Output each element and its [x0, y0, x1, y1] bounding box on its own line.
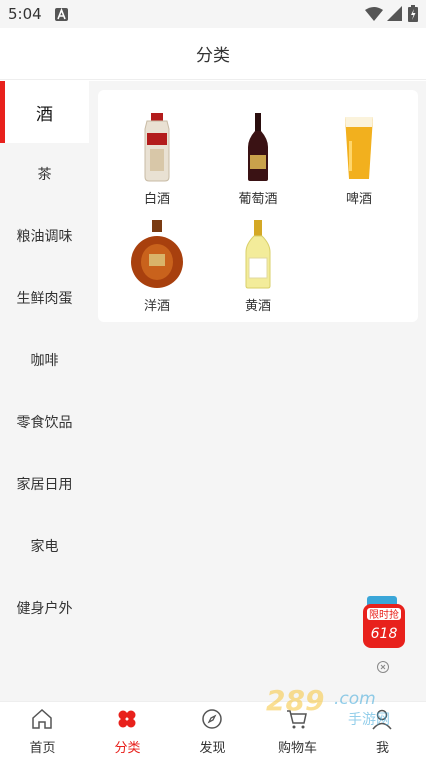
tab-label: 购物车: [277, 741, 317, 756]
subcategory-wine[interactable]: 葡萄酒: [208, 105, 308, 210]
sidebar-item-snacks-drinks[interactable]: 零食饮品: [0, 391, 89, 453]
subcategory-baijiu[interactable]: 白酒: [107, 105, 207, 210]
status-bar: 5:04: [0, 0, 426, 28]
page-header: 分类: [0, 28, 426, 80]
tab-label: 分类: [114, 741, 141, 756]
sidebar-item-coffee[interactable]: 咖啡: [0, 329, 89, 391]
tab-home[interactable]: 首页: [0, 702, 85, 759]
sidebar-item-label: 酒: [36, 104, 53, 125]
home-icon: [32, 708, 52, 729]
compass-icon: [202, 709, 222, 729]
sidebar-item-label: 生鲜肉蛋: [16, 291, 73, 307]
sidebar-item-label: 家居日用: [16, 477, 73, 493]
sidebar-item-fitness-outdoor[interactable]: 健身户外: [0, 577, 89, 639]
tab-cart[interactable]: 购物车: [255, 702, 340, 759]
tab-category[interactable]: 分类: [85, 702, 170, 759]
baijiu-bottle-icon: [144, 113, 170, 182]
promo-618-badge[interactable]: 限时抢 618: [361, 594, 407, 652]
cognac-bottle-icon: [131, 220, 183, 288]
tab-label: 我: [375, 741, 389, 756]
subcategory-beer[interactable]: 啤酒: [309, 105, 409, 210]
user-icon: [372, 709, 392, 730]
subcategory-foreign-liquor[interactable]: 洋酒: [107, 212, 207, 317]
promo-badge-line1: 限时抢: [369, 608, 399, 621]
subcategory-card: 白酒 葡萄酒 啤酒 洋酒 黄酒: [98, 90, 418, 322]
category-icon: [118, 710, 136, 728]
sidebar-item-label: 健身户外: [16, 601, 73, 617]
battery-icon: [408, 5, 418, 26]
subcategory-label: 洋酒: [143, 299, 170, 314]
category-sidebar: 酒 茶 粮油调味 生鲜肉蛋 咖啡 零食饮品 家居日用 家电 健身户外: [0, 81, 89, 701]
page-title: 分类: [196, 46, 230, 66]
sidebar-item-appliances[interactable]: 家电: [0, 515, 89, 577]
subcategory-label: 葡萄酒: [238, 192, 278, 207]
tab-label: 首页: [29, 741, 56, 756]
status-time: 5:04: [8, 5, 42, 23]
sidebar-item-household[interactable]: 家居日用: [0, 453, 89, 515]
sidebar-item-fresh-meat-eggs[interactable]: 生鲜肉蛋: [0, 267, 89, 329]
yellow-wine-bottle-icon: [245, 220, 271, 289]
signal-icon: [387, 6, 402, 25]
promo-badge-line2: 618: [371, 626, 398, 642]
tab-me[interactable]: 我: [340, 702, 425, 759]
bottom-tab-bar: 首页 分类 发现 购物车 我: [0, 701, 426, 759]
subcategory-label: 黄酒: [244, 299, 271, 314]
subcategory-label: 白酒: [143, 192, 170, 207]
tab-label: 发现: [199, 741, 226, 756]
notification-a-icon: [55, 6, 68, 25]
sidebar-item-label: 零食饮品: [16, 415, 73, 431]
sidebar-item-label: 家电: [30, 539, 59, 555]
sidebar-item-tea[interactable]: 茶: [0, 143, 89, 205]
beer-glass-icon: [345, 117, 373, 179]
sidebar-item-label: 茶: [37, 167, 52, 183]
wifi-icon: [365, 6, 383, 25]
subcategory-yellow-wine[interactable]: 黄酒: [208, 212, 308, 317]
sidebar-item-grain-oil-seasoning[interactable]: 粮油调味: [0, 205, 89, 267]
cart-icon: [287, 710, 307, 729]
subcategory-label: 啤酒: [345, 192, 372, 207]
sidebar-item-label: 粮油调味: [16, 229, 73, 245]
close-promo-icon[interactable]: [376, 659, 390, 673]
tab-discover[interactable]: 发现: [170, 702, 255, 759]
sidebar-item-liquor[interactable]: 酒: [0, 81, 89, 143]
sidebar-item-label: 咖啡: [30, 353, 59, 369]
wine-bottle-icon: [248, 113, 268, 181]
